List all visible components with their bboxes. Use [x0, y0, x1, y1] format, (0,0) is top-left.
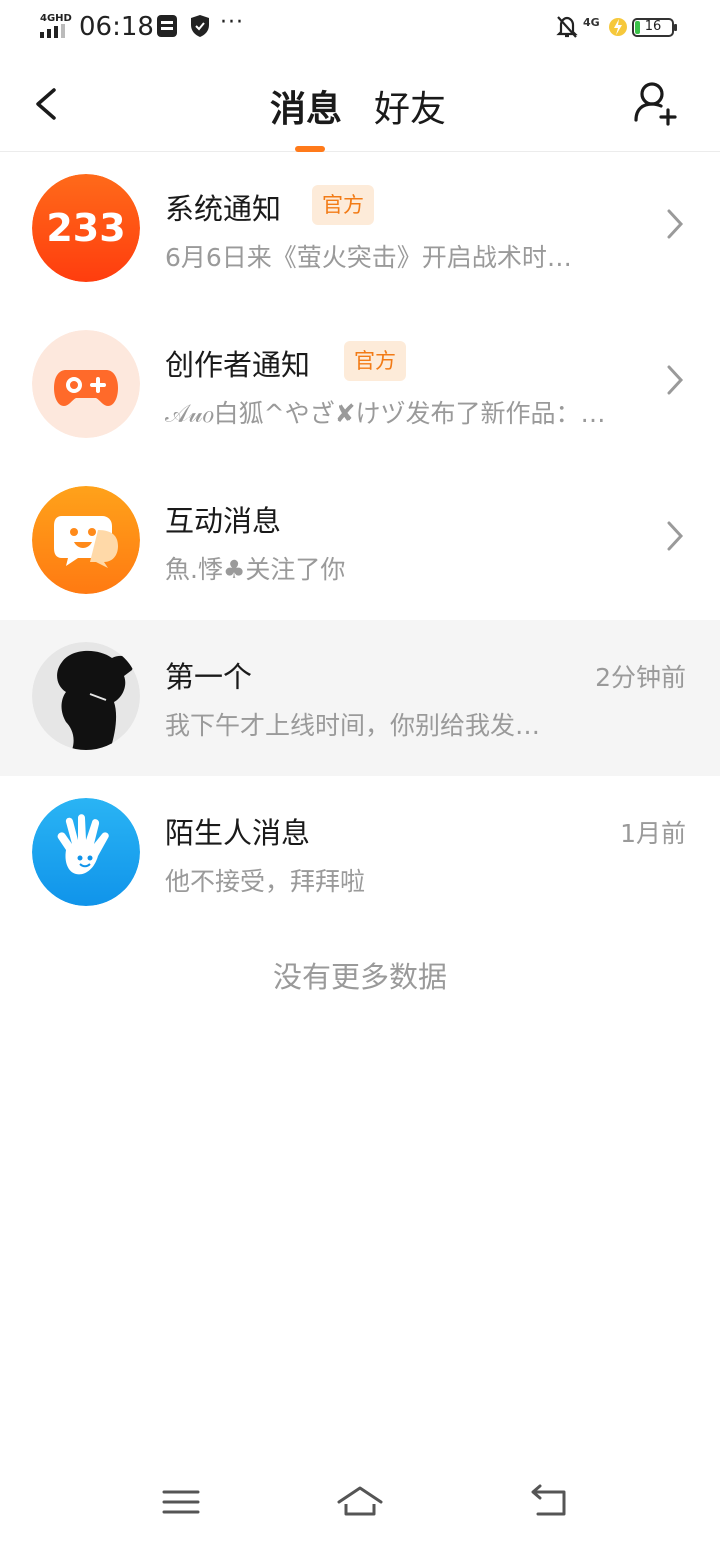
gamepad-icon: [32, 330, 140, 438]
charging-icon: [609, 18, 627, 36]
chevron-right-icon: [667, 209, 684, 239]
back-icon[interactable]: [524, 1482, 574, 1522]
row-subtitle: 6月6日来《萤火突击》开启战术时…: [165, 243, 572, 272]
system-nav-bar: [0, 1470, 720, 1544]
sim-card-icon: [157, 15, 177, 37]
official-badge: 官方: [344, 341, 406, 381]
list-item-creator-notice[interactable]: 创作者通知 官方 𝒜𝓊𝑜白狐^やざ✘けヅ发布了新作品：…: [0, 308, 720, 464]
233-logo-avatar: 233: [32, 174, 140, 282]
svg-text:233: 233: [46, 206, 125, 250]
status-bar: 4GHD 06:18 ··· 4G 16: [0, 0, 720, 56]
user-avatar: [32, 642, 140, 750]
bell-off-icon: [556, 16, 578, 38]
waving-hand-icon: [32, 798, 140, 906]
more-notifications: ···: [220, 10, 244, 35]
no-more-data: 没有更多数据: [272, 960, 447, 994]
list-item-interaction[interactable]: 互动消息 魚.悸♣关注了你: [0, 464, 720, 620]
network-type: 4GHD: [40, 13, 72, 24]
row-subtitle: 我下午才上线时间，你别给我发…: [165, 711, 541, 740]
network-type-right: 4G: [583, 16, 600, 29]
list-item-system-notice[interactable]: 233 系统通知 官方 6月6日来《萤火突击》开启战术时…: [0, 152, 720, 308]
list-item-chat-first[interactable]: 第一个 2分钟前 我下午才上线时间，你别给我发…: [0, 620, 720, 776]
message-time: 1月前: [620, 819, 686, 848]
battery-level: 16: [644, 19, 662, 34]
row-title: 互动消息: [165, 504, 282, 538]
home-icon[interactable]: [335, 1482, 385, 1522]
row-subtitle: 他不接受，拜拜啦: [165, 867, 366, 896]
message-time: 2分钟前: [595, 663, 686, 692]
list-item-stranger[interactable]: 陌生人消息 1月前 他不接受，拜拜啦: [0, 776, 720, 932]
row-title: 第一个: [165, 660, 253, 694]
top-nav: 消息 好友: [0, 56, 720, 152]
chat-bubble-icon: [32, 486, 140, 594]
official-badge: 官方: [312, 185, 374, 225]
add-friend-icon[interactable]: [630, 78, 682, 130]
chevron-right-icon: [667, 521, 684, 551]
back-arrow-icon[interactable]: [26, 78, 70, 130]
menu-icon[interactable]: [156, 1482, 206, 1522]
clock: 06:18: [79, 12, 154, 42]
row-subtitle: 𝒜𝓊𝑜白狐^やざ✘けヅ发布了新作品：…: [165, 399, 606, 428]
row-title: 陌生人消息: [165, 816, 311, 850]
row-title: 系统通知: [165, 192, 282, 226]
row-subtitle: 魚.悸♣关注了你: [165, 555, 346, 584]
shield-icon: [191, 15, 209, 37]
row-title: 创作者通知: [165, 348, 311, 382]
signal-icon: [40, 24, 65, 38]
tab-messages[interactable]: 消息: [270, 80, 342, 132]
battery-indicator: 16: [632, 18, 677, 37]
tab-friends[interactable]: 好友: [374, 80, 446, 132]
chevron-right-icon: [667, 365, 684, 395]
